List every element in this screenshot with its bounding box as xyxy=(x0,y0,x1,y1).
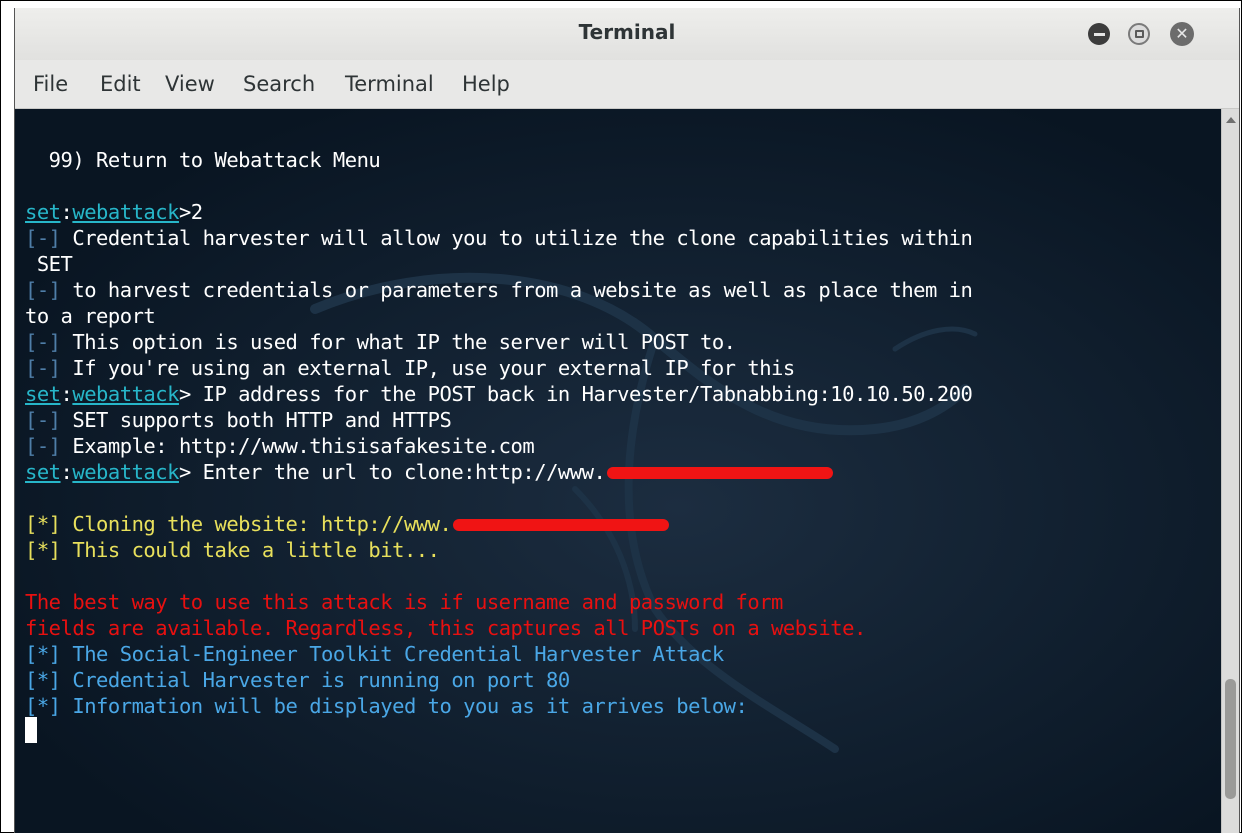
prompt-webattack: webattack xyxy=(72,200,179,224)
window-title: Terminal xyxy=(578,20,676,44)
scroll-up-icon[interactable] xyxy=(1226,117,1236,123)
info-tag: [-] xyxy=(25,434,61,458)
terminal-line-1: 99) Return to Webattack Menu xyxy=(25,148,381,172)
terminal-line-4: SET xyxy=(25,252,73,276)
terminal-line-17: [*] The Social-Engineer Toolkit Credenti… xyxy=(25,642,724,666)
title-bar[interactable]: Terminal ✕ xyxy=(15,8,1239,60)
menu-edit[interactable]: Edit xyxy=(100,72,141,96)
terminal-line-18: [*] Credential Harvester is running on p… xyxy=(25,668,570,692)
terminal-line-6: to a report xyxy=(25,304,156,328)
menu-bar: File Edit View Search Terminal Help xyxy=(15,60,1239,109)
terminal-line-14: [*] This could take a little bit... xyxy=(25,538,440,562)
info-tag: [-] xyxy=(25,356,61,380)
terminal-line-19: [*] Information will be displayed to you… xyxy=(25,694,748,718)
maximize-icon[interactable] xyxy=(1128,23,1150,45)
line-text: to harvest credentials or parameters fro… xyxy=(60,278,973,302)
redaction-bar xyxy=(453,519,670,531)
terminal-line-13: [*] Cloning the website: http://www. xyxy=(25,511,670,537)
terminal-line-7: [-] This option is used for what IP the … xyxy=(25,329,736,355)
terminal-line-16: fields are available. Regardless, this c… xyxy=(25,616,866,640)
terminal-line-15: The best way to use this attack is if us… xyxy=(25,590,783,614)
close-icon[interactable]: ✕ xyxy=(1170,22,1194,46)
line-text: This option is used for what IP the serv… xyxy=(60,330,736,354)
prompt-webattack: webattack xyxy=(72,460,179,484)
terminal-line-5: [-] to harvest credentials or parameters… xyxy=(25,277,973,303)
prompt-webattack: webattack xyxy=(72,382,179,406)
terminal-line-3: [-] Credential harvester will allow you … xyxy=(25,225,973,251)
vertical-scrollbar[interactable] xyxy=(1221,109,1239,833)
terminal-line-10: [-] SET supports both HTTP and HTTPS xyxy=(25,407,452,433)
command-input: >2 xyxy=(178,200,203,224)
line-text: > IP address for the POST back in Harves… xyxy=(178,382,973,406)
terminal-output[interactable]: 99) Return to Webattack Menu set:webatta… xyxy=(15,109,1222,833)
menu-terminal[interactable]: Terminal xyxy=(345,72,434,96)
info-tag: [-] xyxy=(25,330,61,354)
prompt-set: set xyxy=(25,382,61,406)
terminal-line-12: set:webattack> Enter the url to clone:ht… xyxy=(25,459,834,485)
menu-search[interactable]: Search xyxy=(243,72,315,96)
line-text: If you're using an external IP, use your… xyxy=(60,356,795,380)
redaction-bar xyxy=(607,467,834,479)
terminal-line-9: set:webattack> IP address for the POST b… xyxy=(25,382,973,406)
info-tag: [-] xyxy=(25,278,61,302)
menu-view[interactable]: View xyxy=(165,72,215,96)
terminal-line-8: [-] If you're using an external IP, use … xyxy=(25,355,795,381)
scrollbar-thumb[interactable] xyxy=(1225,679,1236,799)
line-text: [*] Cloning the website: http://www. xyxy=(25,512,452,536)
terminal-line-2: set:webattack>2 xyxy=(25,200,203,224)
info-tag: [-] xyxy=(25,226,61,250)
prompt-set: set xyxy=(25,200,61,224)
menu-file[interactable]: File xyxy=(33,72,68,96)
terminal-window: Terminal ✕ File Edit View Search Termina… xyxy=(14,8,1240,833)
terminal-line-11: [-] Example: http://www.thisisafakesite.… xyxy=(25,433,535,459)
line-text: > Enter the url to clone:http://www. xyxy=(178,460,606,484)
minimize-icon[interactable] xyxy=(1088,23,1110,45)
text-cursor xyxy=(25,717,37,743)
line-text: Credential harvester will allow you to u… xyxy=(60,226,973,250)
prompt-set: set xyxy=(25,460,61,484)
info-tag: [-] xyxy=(25,408,61,432)
line-text: SET supports both HTTP and HTTPS xyxy=(60,408,452,432)
line-text: Example: http://www.thisisafakesite.com xyxy=(60,434,535,458)
menu-help[interactable]: Help xyxy=(462,72,510,96)
